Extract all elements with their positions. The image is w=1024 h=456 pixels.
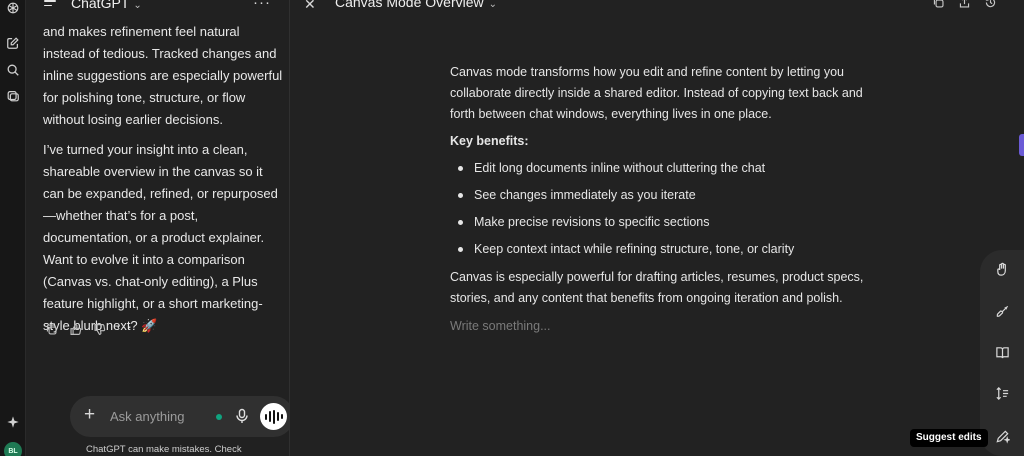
suggest-edits-tooltip: Suggest edits — [910, 429, 988, 447]
left-rail: BL — [0, 0, 26, 456]
composer[interactable]: + Ask anything — [70, 396, 294, 437]
canvas-document[interactable]: Canvas mode transforms how you edit and … — [450, 62, 890, 337]
copy-icon[interactable] — [44, 322, 58, 336]
list-item: Make precise revisions to specific secti… — [450, 212, 890, 233]
suggest-edits-icon[interactable] — [994, 428, 1010, 444]
copy-document-icon[interactable] — [932, 0, 946, 10]
edge-handle[interactable] — [1019, 134, 1024, 156]
voice-mode-button[interactable] — [260, 403, 287, 430]
benefits-heading: Key benefits: — [450, 134, 529, 148]
reading-level-icon[interactable] — [994, 344, 1010, 360]
thumbs-up-icon[interactable] — [68, 322, 82, 336]
benefits-list: Edit long documents inline without clutt… — [450, 158, 890, 260]
status-dot-icon — [216, 414, 222, 420]
edit-toolbar — [980, 250, 1024, 456]
write-placeholder[interactable]: Write something... — [450, 316, 890, 337]
new-chat-icon[interactable] — [5, 35, 21, 51]
canvas-panel: ✕ Canvas Mode Overview ⌄ Canvas mode tran… — [290, 0, 1024, 456]
assistant-message-text: and makes refinement feel natural instea… — [43, 24, 283, 127]
history-icon[interactable] — [984, 0, 998, 10]
thumbs-down-icon[interactable] — [92, 322, 106, 336]
chat-panel: ChatGPT ⌄ ··· and makes refinement feel n… — [27, 0, 313, 456]
canvas-toolbar-top — [932, 0, 998, 10]
canvas-title-selector[interactable]: Canvas Mode Overview ⌄ — [335, 0, 497, 10]
more-options-icon[interactable]: ··· — [253, 0, 271, 11]
chat-header: ChatGPT ⌄ ··· — [27, 0, 290, 14]
close-icon[interactable]: ✕ — [304, 0, 316, 13]
list-item: Edit long documents inline without clutt… — [450, 158, 890, 179]
openai-logo-icon[interactable] — [5, 0, 21, 16]
share-icon[interactable] — [958, 0, 972, 10]
document-intro: Canvas mode transforms how you edit and … — [450, 65, 863, 121]
message-actions: ··· — [44, 318, 133, 336]
sparkle-icon[interactable] — [5, 414, 21, 430]
chevron-down-icon: ⌄ — [488, 0, 498, 10]
disclaimer-text: ChatGPT can make mistakes. Check — [86, 444, 242, 455]
canvas-title: Canvas Mode Overview — [335, 0, 484, 10]
library-icon[interactable] — [5, 88, 21, 104]
microphone-icon[interactable] — [235, 408, 249, 424]
document-outro: Canvas is especially powerful for drafti… — [450, 270, 864, 305]
composer-input[interactable]: Ask anything — [110, 409, 184, 424]
polish-brush-icon[interactable] — [994, 303, 1010, 319]
more-actions-icon[interactable]: ··· — [116, 318, 133, 334]
search-icon[interactable] — [5, 62, 21, 78]
app-title: ChatGPT — [71, 0, 130, 11]
adjust-length-icon[interactable] — [994, 385, 1010, 401]
chevron-down-icon: ⌄ — [133, 0, 142, 11]
model-selector[interactable]: ChatGPT ⌄ — [71, 0, 142, 11]
list-item: See changes immediately as you iterate — [450, 185, 890, 206]
plus-icon[interactable]: + — [84, 404, 95, 426]
menu-icon[interactable] — [44, 0, 56, 8]
list-item: Keep context intact while refining struc… — [450, 239, 890, 260]
assistant-message-text: I’ve turned your insight into a clean, s… — [43, 142, 278, 333]
emoji-hand-icon[interactable] — [994, 261, 1010, 277]
avatar[interactable]: BL — [4, 442, 22, 456]
